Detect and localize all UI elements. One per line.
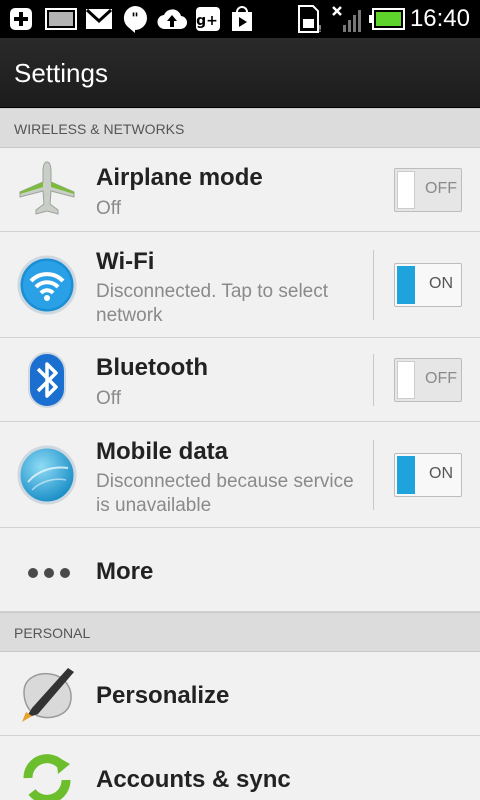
action-bar: Settings [0,38,480,108]
personalize-brush-icon [16,662,78,724]
row-label: Accounts & sync [96,766,291,793]
toggle-knob [397,266,415,304]
gmail-icon [84,5,114,33]
settings-row-accounts-sync[interactable]: Accounts & sync [0,736,480,800]
settings-row-airplane-mode[interactable]: Airplane mode Off OFF [0,148,480,232]
page-title: Settings [14,58,108,88]
section-title: PERSONAL [14,625,91,641]
row-label: Wi-Fi [96,248,155,275]
row-label: Personalize [96,682,230,709]
settings-row-mobile-data[interactable]: Mobile data Disconnected because service… [0,422,480,528]
row-divider [373,250,374,320]
row-label: Bluetooth [96,354,208,381]
airplane-icon [16,158,78,220]
add-icon [6,5,36,33]
airplane-mode-toggle[interactable]: OFF [394,168,462,212]
row-subtitle: Off [96,198,121,219]
row-label: Airplane mode [96,164,263,191]
status-bar: " g+ ! 16:40 [0,0,480,38]
wifi-toggle[interactable]: ON [394,263,462,307]
row-divider [373,354,374,406]
more-dots-icon [28,565,90,579]
toggle-knob [397,171,415,209]
wifi-icon [16,254,78,316]
sync-icon [16,748,78,800]
settings-row-more[interactable]: More [0,528,480,612]
row-label: More [96,558,154,585]
toggle-state: ON [429,465,453,482]
settings-row-personalize[interactable]: Personalize [0,652,480,736]
section-title: WIRELESS & NETWORKS [14,121,185,137]
row-label: Mobile data [96,438,229,465]
upload-icon [156,5,188,33]
sim-icon: ! [294,5,324,33]
section-header-wireless: WIRELESS & NETWORKS [0,108,480,148]
settings-row-wifi[interactable]: Wi-Fi Disconnected. Tap to select networ… [0,232,480,338]
settings-row-bluetooth[interactable]: Bluetooth Off OFF [0,338,480,422]
row-subtitle: Disconnected. Tap to select network [96,281,329,326]
toggle-knob [397,361,415,399]
keyboard-icon [44,5,78,33]
row-subtitle: Disconnected because service is unavaila… [96,471,354,516]
mobile-data-globe-icon [16,444,78,506]
toggle-state: OFF [425,370,457,387]
bluetooth-icon [16,349,78,411]
battery-icon [368,5,406,33]
toggle-state: OFF [425,180,457,197]
row-subtitle: Off [96,388,121,409]
bluetooth-toggle[interactable]: OFF [394,358,462,402]
google-plus-icon: g+ [194,5,222,33]
play-store-icon [228,5,256,33]
svg-text:!: ! [318,24,322,33]
svg-text:": " [131,11,138,27]
section-header-personal: PERSONAL [0,612,480,652]
svg-text:g+: g+ [196,13,218,29]
toggle-state: ON [429,275,453,292]
hangouts-icon: " [120,5,150,33]
row-divider [373,440,374,510]
clock: 16:40 [409,5,470,32]
mobile-data-toggle[interactable]: ON [394,453,462,497]
toggle-knob [397,456,415,494]
no-signal-icon [330,5,362,33]
